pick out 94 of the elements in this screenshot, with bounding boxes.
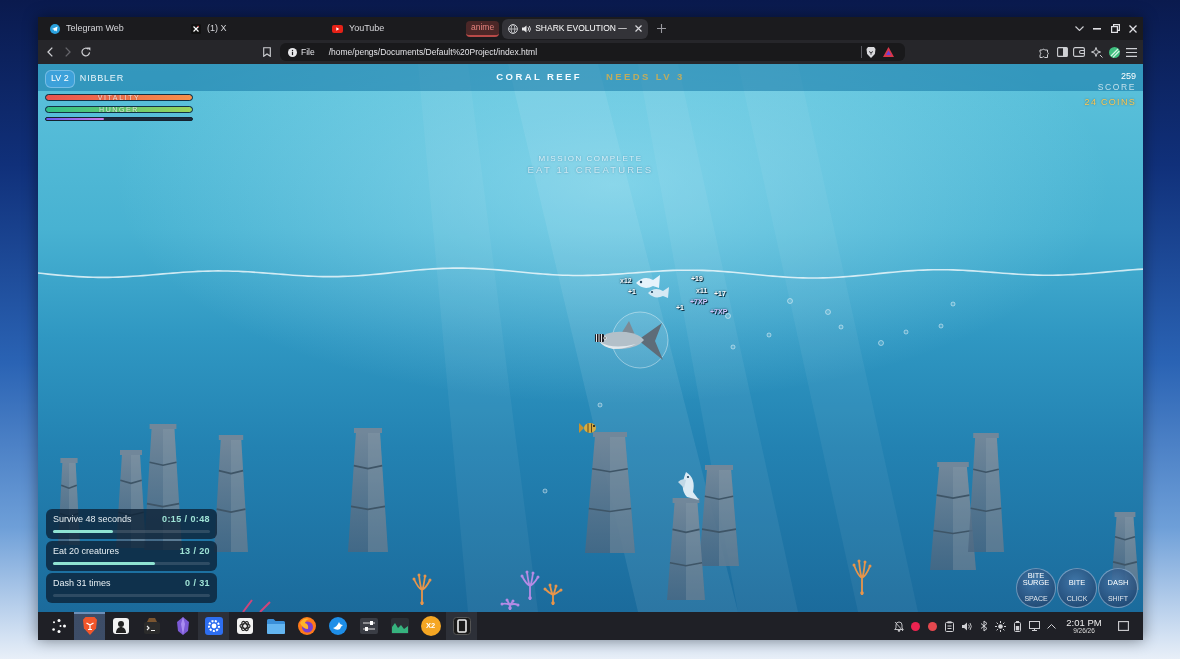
- wallet-icon[interactable]: [1073, 47, 1086, 57]
- announcement-detail: EAT 11 CREATURES: [527, 164, 654, 175]
- crystal-icon[interactable]: [176, 617, 189, 635]
- shark: [595, 321, 663, 360]
- seaweed: [242, 599, 271, 612]
- play-icon: [332, 24, 343, 33]
- url-text: /home/pengs/Documents/Default%20Project/index.html: [328, 45, 538, 59]
- zone-requirement: NEEDS LV 3: [605, 70, 685, 85]
- bell-off-icon[interactable]: [893, 620, 904, 632]
- bubble: [878, 340, 884, 346]
- show-desktop-icon[interactable]: [1117, 621, 1129, 631]
- knot-icon[interactable]: [236, 618, 253, 634]
- record-dot-icon[interactable]: [928, 621, 937, 631]
- speaker-icon[interactable]: [961, 621, 972, 631]
- fish: [636, 275, 660, 288]
- bubble: [725, 313, 731, 319]
- browser-tab[interactable]: SHARK EVOLUTION —: [502, 18, 649, 39]
- coin-count: 24 COINS: [1084, 97, 1136, 108]
- clock-time: 2:01 PM: [1066, 617, 1102, 627]
- close-icon[interactable]: [635, 25, 643, 32]
- puzzle-icon[interactable]: [1039, 46, 1051, 58]
- bubble: [766, 332, 772, 338]
- bubble: [787, 298, 793, 304]
- level-badge: LV 2: [45, 70, 75, 88]
- brightness-icon[interactable]: [995, 620, 1006, 632]
- sliders-icon[interactable]: [359, 618, 378, 634]
- striped-circle-icon[interactable]: [1108, 46, 1120, 58]
- browser-tab[interactable]: YouTube: [324, 18, 463, 39]
- info-icon: [288, 47, 297, 57]
- triangle-icon[interactable]: [882, 47, 894, 57]
- close-icon[interactable]: [1129, 24, 1137, 33]
- announcement-title: MISSION COMPLETE: [538, 153, 643, 164]
- bird-icon[interactable]: [328, 617, 347, 635]
- bubble: [542, 488, 548, 494]
- menu-icon[interactable]: [1125, 47, 1137, 57]
- minimize-icon[interactable]: [1093, 27, 1101, 30]
- score-label: SCORE: [1097, 82, 1136, 93]
- bubble: [825, 309, 831, 315]
- shield-icon[interactable]: [866, 46, 876, 58]
- browser-tab[interactable]: (1) X: [183, 18, 322, 39]
- address-field[interactable]: File /home/pengs/Documents/Default%20Project/index.html: [280, 43, 905, 61]
- plane-icon: [50, 23, 60, 34]
- clipboard-icon[interactable]: [945, 620, 954, 632]
- monitor-icon[interactable]: [1029, 621, 1040, 631]
- gear-icon[interactable]: [204, 617, 223, 635]
- plus-icon[interactable]: [656, 24, 666, 33]
- sidebar-icon[interactable]: [1056, 47, 1068, 57]
- coral: [412, 573, 432, 606]
- battery-icon[interactable]: [1014, 620, 1021, 632]
- chevron-down-icon[interactable]: [1074, 26, 1084, 31]
- fish: [678, 472, 699, 500]
- tab-group-chip[interactable]: anime: [466, 20, 500, 37]
- site-info-button[interactable]: File: [284, 45, 319, 59]
- bubble: [838, 324, 844, 330]
- chevron-up-icon[interactable]: [1047, 623, 1056, 629]
- speaker-icon[interactable]: [522, 24, 532, 33]
- shield-icon[interactable]: [81, 617, 98, 635]
- mission-counter: 0:15 / 0:48: [162, 513, 210, 527]
- globe-icon: [508, 23, 519, 34]
- bookmark-icon[interactable]: [263, 47, 271, 57]
- sparkle-icon[interactable]: [1090, 46, 1103, 58]
- coral: [543, 583, 563, 606]
- fish: [648, 287, 669, 298]
- restore-icon[interactable]: [1110, 24, 1120, 33]
- bubble: [950, 301, 956, 307]
- dots-icon[interactable]: [51, 619, 66, 633]
- taskbar-app-button[interactable]: [198, 612, 229, 640]
- bubble: [938, 323, 944, 329]
- bluetooth-icon[interactable]: [979, 620, 988, 632]
- taskbar-app-button[interactable]: [446, 612, 477, 640]
- x-logo-icon: [191, 23, 201, 34]
- browser-tab[interactable]: Telegram Web: [42, 18, 181, 39]
- mission-label: Dash 31 times: [53, 577, 111, 591]
- bubble: [730, 344, 736, 350]
- mission-counter: 13 / 20: [179, 545, 210, 559]
- reload-icon[interactable]: [81, 47, 91, 57]
- tablet-icon[interactable]: [452, 617, 471, 635]
- rank-title: NIBBLER: [79, 72, 124, 86]
- back-icon[interactable]: [47, 47, 53, 57]
- fish: [579, 423, 596, 433]
- area-chart-icon[interactable]: [390, 618, 409, 634]
- zone-title: CORAL REEF: [496, 70, 582, 85]
- folder-icon[interactable]: [266, 618, 285, 634]
- mission-counter: 0 / 31: [185, 577, 210, 591]
- mission-label: Survive 48 seconds: [53, 513, 132, 527]
- flame-globe-icon[interactable]: [297, 617, 316, 635]
- terminal-icon[interactable]: [143, 618, 160, 634]
- coral: [852, 559, 872, 596]
- score-value: 259: [1120, 71, 1136, 82]
- mission-label: Eat 20 creatures: [53, 545, 120, 559]
- bubble: [597, 402, 603, 408]
- silhouette-tile-icon[interactable]: [112, 618, 129, 634]
- bubble: [903, 329, 909, 335]
- record-dot-icon[interactable]: [911, 621, 920, 631]
